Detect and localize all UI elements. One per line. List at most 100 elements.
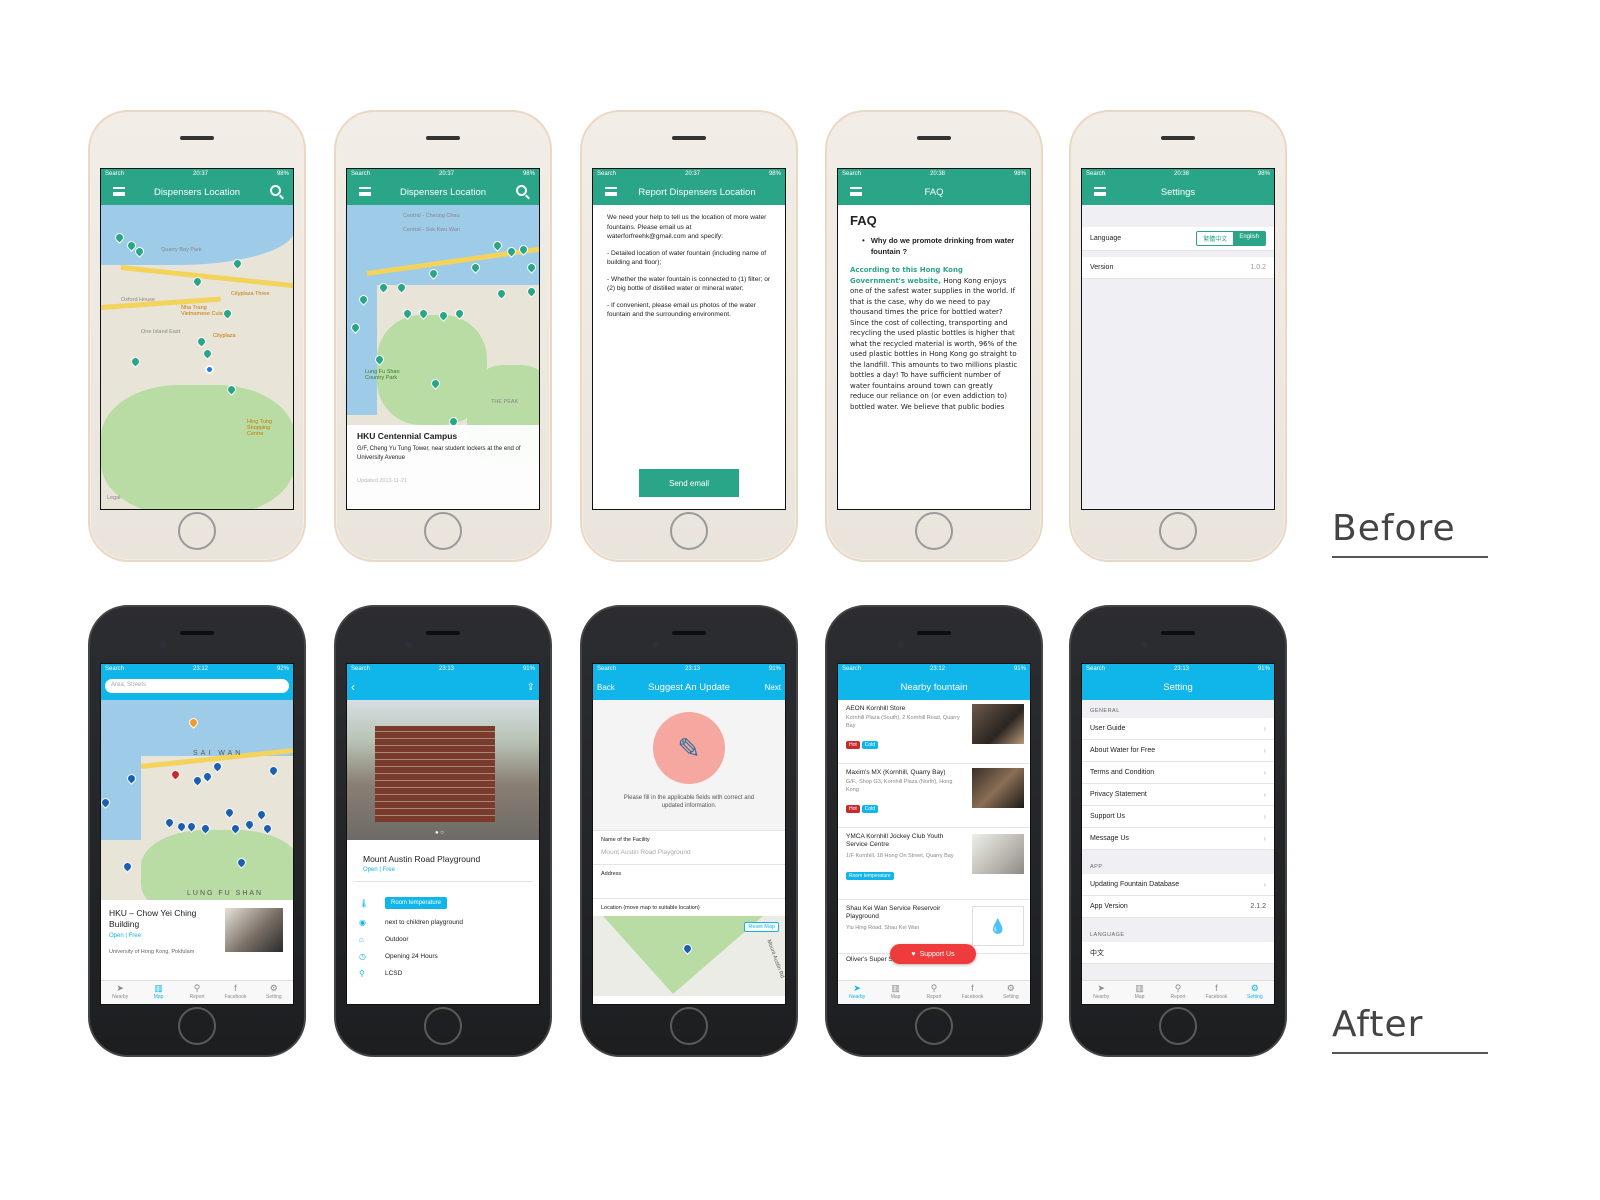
setting-row[interactable]: Privacy Statement › [1082, 784, 1274, 806]
map-pin-icon[interactable] [163, 816, 176, 829]
tab-facebook[interactable]: f Facebook [953, 981, 991, 1004]
menu-icon[interactable] [113, 187, 125, 196]
nav-title: Suggest An Update [648, 681, 730, 693]
tab-map[interactable]: ▥ Map [1120, 981, 1158, 1004]
tab-report[interactable]: ⚲ Report [1159, 981, 1197, 1004]
home-button[interactable] [915, 512, 953, 550]
map-pin-icon[interactable] [129, 355, 142, 368]
status-carrier: Search [105, 171, 125, 177]
tab-nearby[interactable]: ➤ Nearby [1082, 981, 1120, 1004]
menu-icon[interactable] [850, 187, 862, 196]
location-card[interactable]: HKU Centennial Campus G/F, Cheng Yu Tung… [347, 425, 539, 509]
home-button[interactable] [670, 512, 708, 550]
compass-icon: ➤ [1097, 983, 1105, 993]
status-bar: Search 20:38 98% [1082, 169, 1274, 179]
list-item[interactable]: AEON Kornhill Store Kornhill Plaza (Sout… [838, 700, 1030, 764]
next-button[interactable]: Next [765, 683, 781, 692]
lang-zh-option[interactable]: 繁體中文 [1197, 232, 1233, 245]
menu-icon[interactable] [605, 187, 617, 196]
map-pin-icon[interactable] [223, 806, 236, 819]
back-button[interactable]: Back [597, 683, 615, 692]
home-button[interactable] [424, 1007, 462, 1045]
tab-facebook[interactable]: f Facebook [1197, 981, 1235, 1004]
status-battery: 91% [1013, 666, 1026, 672]
map-label: Central - Cheung Chau [403, 213, 460, 219]
send-email-button[interactable]: Send email [639, 469, 739, 497]
after-phone-map: Search 23:12 92% Area, Streets SAI WAN LUN… [88, 605, 306, 1057]
status-time: 23:13 [438, 666, 454, 672]
home-button[interactable] [915, 1007, 953, 1045]
map-pin-icon[interactable] [211, 760, 224, 773]
list-item[interactable]: YMCA Kornhill Jockey Club Youth Service … [838, 828, 1030, 900]
tab-facebook[interactable]: f Facebook [216, 981, 254, 1004]
carousel-dots: ● ○ [435, 830, 444, 836]
map-pin-icon[interactable] [267, 764, 280, 777]
home-button[interactable] [178, 1007, 216, 1045]
chevron-right-icon: › [1263, 880, 1266, 889]
setting-row[interactable]: 中文 [1082, 942, 1274, 964]
map-pin-icon[interactable] [169, 768, 182, 781]
map-view[interactable]: SAI WAN LUNG FU SHAN [101, 700, 293, 900]
search-header: Area, Streets [101, 674, 293, 700]
setting-row[interactable]: Message Us › [1082, 828, 1274, 850]
setting-row[interactable]: Terms and Condition › [1082, 762, 1274, 784]
setting-row[interactable]: User Guide › [1082, 718, 1274, 740]
map-pin-icon[interactable] [195, 335, 208, 348]
search-icon[interactable] [516, 185, 527, 196]
facebook-icon: f [1215, 983, 1218, 993]
location-card[interactable]: HKU – Chow Yei Ching Building Open | Fre… [101, 900, 293, 982]
map-view[interactable]: Quarry Bay Park Cityplaza Three Nha Tran… [101, 205, 293, 509]
lang-en-option[interactable]: English [1233, 232, 1265, 245]
tab-nearby[interactable]: ➤ Nearby [101, 981, 139, 1004]
row-label: User Guide [1090, 725, 1126, 732]
menu-icon[interactable] [1094, 187, 1106, 196]
tab-setting[interactable]: ⚙ Setting [255, 981, 293, 1004]
home-button[interactable] [1159, 1007, 1197, 1045]
setting-row[interactable]: About Water for Free › [1082, 740, 1274, 762]
reset-map-button[interactable]: Reset Map [744, 922, 779, 932]
status-bar: Search 23:13 91% [1082, 664, 1274, 674]
home-button[interactable] [670, 1007, 708, 1045]
support-us-button[interactable]: ♥ Support Us [890, 944, 976, 964]
front-camera [160, 641, 167, 648]
map-pin-icon[interactable] [201, 347, 214, 360]
tab-map[interactable]: ▥ Map [139, 981, 177, 1004]
share-icon[interactable]: ⇪ [527, 682, 535, 693]
speaker [672, 136, 706, 140]
map-pin-icon[interactable] [255, 808, 268, 821]
tab-label: Report [1170, 994, 1186, 1000]
tab-report[interactable]: ⚲ Report [915, 981, 953, 1004]
location-map[interactable]: Reset Map Mount Austin Rd [593, 916, 785, 996]
status-battery: 98% [522, 171, 535, 177]
tab-label: Report [189, 994, 205, 1000]
tab-nearby[interactable]: ➤ Nearby [838, 981, 876, 1004]
nav-bar: Dispensers Location [101, 179, 293, 205]
tab-setting[interactable]: ⚙ Setting [992, 981, 1030, 1004]
home-button[interactable] [178, 512, 216, 550]
home-button[interactable] [424, 512, 462, 550]
map-pin-icon[interactable] [201, 770, 214, 783]
map-pin-icon[interactable] [495, 287, 508, 300]
setting-row[interactable]: Support Us › [1082, 806, 1274, 828]
tab-map[interactable]: ▥ Map [876, 981, 914, 1004]
home-button[interactable] [1159, 512, 1197, 550]
map-pin-icon[interactable] [243, 818, 256, 831]
map-pin-icon[interactable] [121, 860, 134, 873]
search-icon[interactable] [270, 185, 281, 196]
status-time: 20:37 [438, 171, 454, 177]
nav-title: Dispensers Location [399, 186, 487, 198]
search-input[interactable]: Area, Streets [105, 679, 289, 693]
chevron-left-icon[interactable]: ‹ [351, 680, 355, 694]
setting-row[interactable]: Updating Fountain Database › [1082, 874, 1274, 896]
map-pin-icon[interactable] [525, 285, 538, 298]
map-icon: ▥ [1135, 983, 1144, 993]
row-label: About Water for Free [1090, 747, 1156, 754]
tab-report[interactable]: ⚲ Report [178, 981, 216, 1004]
language-toggle[interactable]: 繁體中文 English [1196, 231, 1266, 246]
tab-setting[interactable]: ⚙ Setting [1236, 981, 1274, 1004]
map-label: One Island East [141, 329, 181, 335]
nav-title: Dispensers Location [153, 186, 241, 198]
facility-name-input[interactable]: Mount Austin Road Playground [601, 849, 777, 856]
menu-icon[interactable] [359, 187, 371, 196]
list-item[interactable]: Maxim's MX (Kornhill, Quarry Bay) G/F., … [838, 764, 1030, 828]
